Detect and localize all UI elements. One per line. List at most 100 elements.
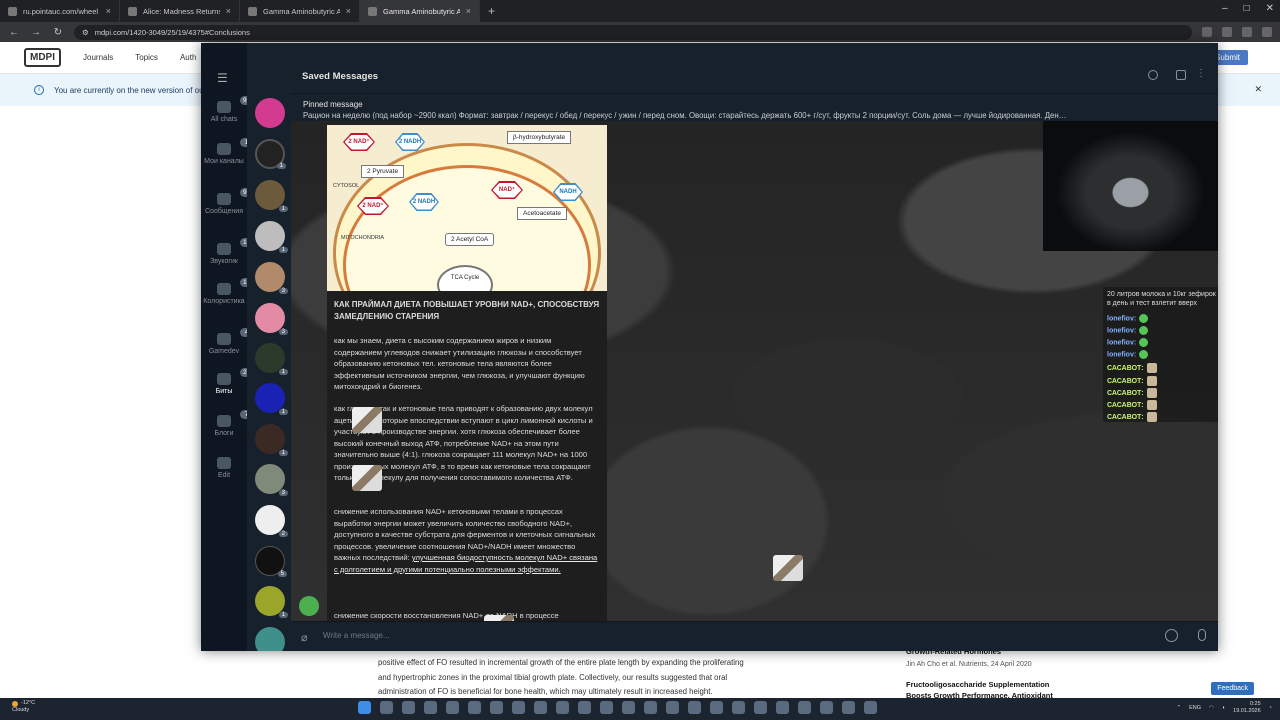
mdpi-logo[interactable]: MDPI — [24, 48, 61, 67]
taskbar-app-icon[interactable] — [556, 701, 569, 714]
minimize-icon[interactable]: – — [1222, 3, 1228, 14]
forward-icon[interactable]: → — [30, 27, 42, 38]
folder-gamedev[interactable]: 4 Gamedev — [201, 328, 253, 355]
message-input[interactable]: Write a message... — [323, 631, 1123, 640]
attach-icon[interactable]: ⌀ — [301, 631, 308, 644]
back-icon[interactable]: ← — [8, 27, 20, 38]
chat-avatar[interactable]: 3 — [255, 262, 288, 294]
banner-close-icon[interactable]: ✕ — [1254, 84, 1262, 95]
new-tab-icon[interactable]: + — [480, 4, 503, 18]
more-icon[interactable]: ⋮ — [1196, 69, 1206, 80]
system-tray: ⌃ ENG ◠ ◖ 0:25 19.01.2026 ◔ — [1176, 701, 1272, 715]
article-line: positive effect of FO resulted in increm… — [378, 658, 744, 667]
close-tab-icon[interactable]: × — [106, 6, 111, 16]
chat-avatar[interactable]: 1 — [255, 221, 288, 253]
taskbar-app-icon[interactable] — [666, 701, 679, 714]
folder-zvukogik[interactable]: 19 Звукогик — [201, 238, 254, 265]
unread-count: 1 — [276, 163, 286, 169]
folder-all-chats[interactable]: 99+ All chats — [201, 96, 258, 123]
unread-count: 1 — [278, 247, 288, 253]
weather-widget[interactable]: -12°C Cloudy — [12, 700, 35, 714]
menu-icon[interactable]: ☰ — [217, 71, 228, 85]
emoji-icon[interactable] — [1165, 629, 1178, 642]
related-article[interactable]: Fructooligosaccharide Supplementation — [906, 680, 1106, 689]
pinned-message[interactable]: Pinned message Рацион на неделю (под наб… — [291, 93, 1218, 121]
browser-tab-active[interactable]: Gamma Aminobutyric Acid-Enr × — [360, 0, 480, 22]
chat-avatar[interactable]: 1 — [255, 343, 288, 375]
taskbar-app-icon[interactable] — [402, 701, 415, 714]
address-bar[interactable]: ⚙ mdpi.com/1420-3049/25/19/4375#Conclusio… — [74, 24, 1192, 40]
taskbar-app-icon[interactable] — [842, 701, 855, 714]
chat-avatar[interactable]: 1 — [255, 424, 288, 456]
sidebar-icon[interactable] — [1176, 70, 1186, 80]
close-tab-icon[interactable]: × — [226, 6, 231, 16]
browser-tab[interactable]: ru.pointauc.com/wheel × — [0, 0, 120, 22]
wifi-icon[interactable]: ◠ — [1209, 705, 1214, 711]
taskbar-app-icon[interactable] — [820, 701, 833, 714]
chat-avatar[interactable]: 1 — [255, 139, 286, 169]
taskbar-app-icon[interactable] — [732, 701, 745, 714]
nav-topics[interactable]: Topics — [135, 53, 158, 62]
close-tab-icon[interactable]: × — [466, 6, 471, 16]
extension-icon[interactable] — [1202, 27, 1212, 37]
taskbar-app-icon[interactable] — [578, 701, 591, 714]
taskbar-app-icon[interactable] — [446, 701, 459, 714]
nav-authors[interactable]: Auth — [180, 53, 196, 62]
taskbar-app-icon[interactable] — [776, 701, 789, 714]
folder-koloristika[interactable]: 19 Колористика — [201, 278, 254, 305]
related-article[interactable]: Boosts Growth Performance, Antioxidant — [906, 691, 1106, 698]
site-info-icon[interactable]: ⚙ — [82, 28, 89, 37]
folder-edit[interactable]: Edit — [201, 457, 247, 479]
taskbar-app-icon[interactable] — [534, 701, 547, 714]
extension-icon[interactable] — [1242, 27, 1252, 37]
clock[interactable]: 0:25 19.01.2026 — [1233, 701, 1261, 715]
chat-avatar[interactable]: 2 — [255, 505, 288, 537]
close-icon[interactable]: ✕ — [1266, 3, 1274, 14]
start-icon[interactable] — [358, 701, 371, 714]
chat-avatar[interactable] — [255, 98, 285, 128]
extension-icon[interactable] — [1222, 27, 1232, 37]
taskbar-app-icon[interactable] — [798, 701, 811, 714]
folder-bity[interactable]: 22 Биты — [201, 368, 254, 395]
bhb-label: β-hydroxybutyrate — [507, 131, 572, 144]
chat-avatar[interactable] — [255, 627, 285, 651]
chat-avatar[interactable]: 3 — [255, 464, 288, 496]
taskbar-app-icon[interactable] — [644, 701, 657, 714]
search-icon[interactable] — [380, 701, 393, 714]
profile-icon[interactable] — [1262, 27, 1272, 37]
taskbar-app-icon[interactable] — [688, 701, 701, 714]
folder-my-channels[interactable]: 1 Мои каналы — [201, 138, 253, 165]
language-indicator[interactable]: ENG — [1189, 705, 1201, 711]
nav-journals[interactable]: Journals — [83, 53, 113, 62]
folder-messages[interactable]: 99+ Сообщения — [201, 188, 258, 215]
taskbar-app-icon[interactable] — [490, 701, 503, 714]
tray-chevron-icon[interactable]: ⌃ — [1176, 705, 1181, 711]
taskbar-app-icon[interactable] — [864, 701, 877, 714]
browser-tab[interactable]: Gamma Aminobutyric Acid-Enr × — [240, 0, 360, 22]
taskbar-app-icon[interactable] — [468, 701, 481, 714]
notifications-icon[interactable]: ◔ — [1269, 705, 1272, 711]
message-bubble[interactable]: 2 NAD⁺ 2 NADH β-hydroxybutyrate 2 Pyruva… — [327, 125, 607, 621]
browser-tab[interactable]: Alice: Madness Returns - Goog × — [120, 0, 240, 22]
taskbar-app-icon[interactable] — [512, 701, 525, 714]
taskbar-app-icon[interactable] — [424, 701, 437, 714]
folder-blogi[interactable]: 7 Блоги — [201, 410, 253, 437]
taskbar-app-icon[interactable] — [600, 701, 613, 714]
chat-avatar[interactable]: 1 — [255, 586, 288, 618]
search-icon[interactable] — [1148, 70, 1158, 80]
chat-avatar[interactable]: 1 — [255, 383, 288, 415]
reload-icon[interactable]: ↻ — [52, 27, 64, 38]
volume-icon[interactable]: ◖ — [1222, 705, 1225, 711]
chat-avatar[interactable]: 3 — [255, 303, 288, 335]
taskbar-app-icon[interactable] — [754, 701, 767, 714]
stream-chat-line: lonefiov: — [1107, 338, 1149, 347]
taskbar-app-icon[interactable] — [710, 701, 723, 714]
chat-avatar[interactable]: 5 — [255, 546, 287, 577]
taskbar-app-icon[interactable] — [622, 701, 635, 714]
maximize-icon[interactable]: □ — [1244, 3, 1250, 14]
feedback-button[interactable]: Feedback — [1211, 682, 1254, 695]
chat-title[interactable]: Saved Messages — [302, 71, 378, 82]
chat-avatar[interactable]: 1 — [255, 180, 288, 212]
close-tab-icon[interactable]: × — [346, 6, 351, 16]
microphone-icon[interactable] — [1198, 629, 1206, 641]
